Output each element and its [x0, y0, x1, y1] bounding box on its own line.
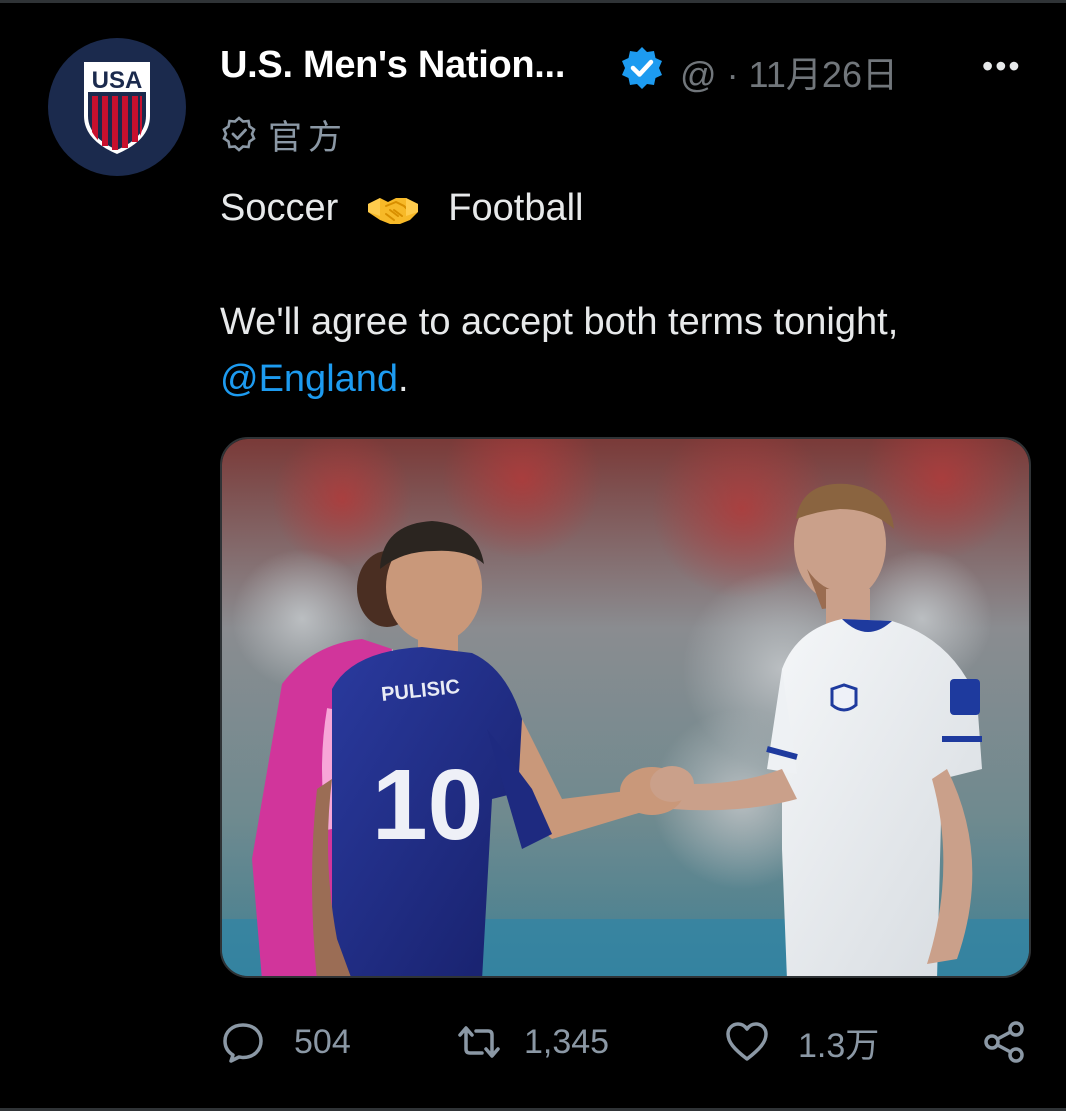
players-handshake-photo: PULISIC 10 [222, 439, 1029, 976]
author-display-name[interactable]: U.S. Men's Nation... [220, 44, 565, 87]
retweet-count: 1,345 [524, 1022, 610, 1061]
official-label-row: 官方 [220, 112, 348, 158]
tweet-date[interactable]: · 11月26日 [727, 46, 898, 98]
share-icon [984, 1021, 1024, 1063]
tweet-line-3: @England. [220, 351, 1020, 408]
tweet-action-bar: 504 1,345 1.3万 [220, 1012, 1040, 1072]
retweet-button[interactable]: 1,345 [456, 1012, 609, 1072]
official-label: 官方 [268, 117, 348, 158]
us-jersey-number: 10 [372, 749, 483, 861]
verified-badge-icon [622, 47, 662, 89]
mention-england-link[interactable]: @England [220, 358, 398, 400]
handshake-emoji-icon [368, 197, 419, 224]
reply-count: 504 [294, 1022, 351, 1061]
top-divider [0, 0, 1066, 3]
reply-icon [223, 1023, 263, 1063]
usa-logo-text: USA [92, 67, 143, 94]
more-options-button[interactable]: ••• [982, 48, 1022, 85]
tweet-line-2: We'll agree to accept both terms tonight… [220, 301, 899, 343]
retweet-icon [458, 1026, 500, 1058]
mention-suffix: . [398, 358, 409, 400]
tweet-photo[interactable]: PULISIC 10 [220, 437, 1031, 978]
usa-crest-logo: USA [84, 62, 150, 154]
tweet-word-football: Football [448, 187, 584, 229]
like-button[interactable]: 1.3万 [724, 1012, 879, 1072]
like-count: 1.3万 [798, 1026, 880, 1065]
official-badge-icon [222, 116, 256, 152]
share-button[interactable] [982, 1012, 1028, 1072]
tweet-word-soccer: Soccer [220, 187, 339, 229]
heart-icon [726, 1022, 768, 1061]
author-avatar[interactable]: USA [48, 38, 186, 176]
reply-button[interactable]: 504 [220, 1012, 351, 1072]
author-handle[interactable]: @ [680, 54, 717, 96]
tweet-text: Soccer Football We'll agree to accept bo… [220, 180, 1020, 408]
tweet-line-1: Soccer Football [220, 180, 1020, 237]
handle-and-date: @ · 11月26日 [680, 46, 898, 98]
tweet-blank-line [220, 237, 1020, 294]
